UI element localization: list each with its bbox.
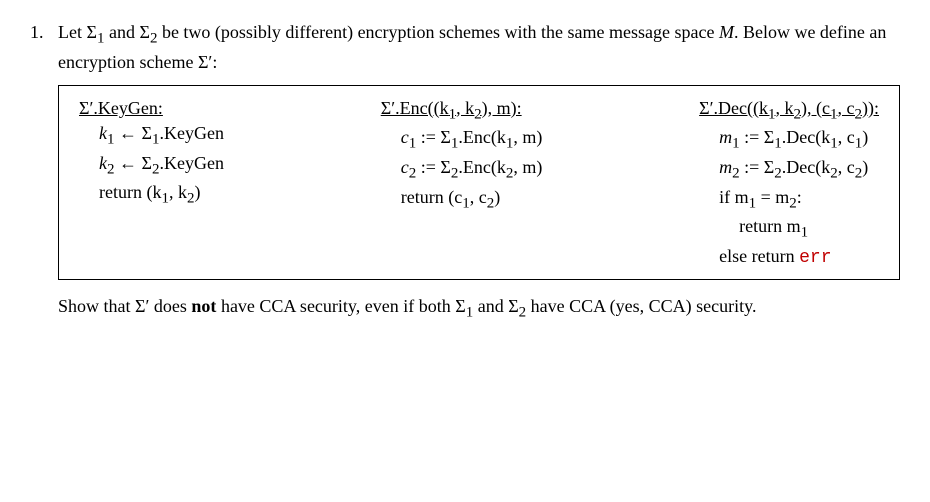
enc-header: Σ′.Enc((k1, k2), m): — [381, 96, 543, 126]
text: .Enc(k — [458, 157, 505, 177]
problem-intro: Let Σ1 and Σ2 be two (possibly different… — [58, 20, 900, 75]
sub-2: 2 — [830, 166, 838, 182]
text: ) — [194, 182, 200, 202]
sub-1: 1 — [732, 136, 740, 152]
text: ) — [494, 187, 500, 207]
dec-if: if m1 = m2: — [699, 185, 879, 215]
err-keyword: err — [799, 248, 831, 268]
intro-text: and Σ — [104, 22, 149, 42]
text: and Σ — [473, 296, 518, 316]
sub-2: 2 — [794, 106, 802, 122]
dec-column: Σ′.Dec((k1, k2), (c1, c2)): m1 := Σ1.Dec… — [699, 96, 879, 271]
text: := Σ — [740, 157, 775, 177]
sub-1: 1 — [830, 106, 838, 122]
intro-text: be two (possibly different) encryption s… — [157, 22, 719, 42]
text: )): — [862, 98, 879, 118]
dec-return-1: return m1 — [699, 214, 879, 244]
var-c: c — [401, 157, 409, 177]
dec-line-2: m2 := Σ2.Dec(k2, c2) — [699, 155, 879, 185]
text: ), m): — [482, 98, 522, 118]
text: := Σ — [416, 157, 451, 177]
text: return (k — [99, 182, 161, 202]
sub-1: 1 — [161, 191, 169, 207]
text: , k — [456, 98, 474, 118]
enc-line-2: c2 := Σ2.Enc(k2, m) — [381, 155, 543, 185]
sub-2: 2 — [774, 166, 782, 182]
text: , m) — [513, 127, 542, 147]
message-space: M — [719, 22, 734, 42]
keygen-column: Σ′.KeyGen: k1 ← Σ1.KeyGen k2 ← Σ2.KeyGen… — [79, 96, 224, 271]
enc-return: return (c1, c2) — [381, 185, 543, 215]
text: ← Σ — [115, 123, 152, 143]
text: , m) — [513, 157, 542, 177]
text: , k — [776, 98, 794, 118]
text: , k — [169, 182, 187, 202]
text: have CCA (yes, CCA) security. — [526, 296, 756, 316]
text: := Σ — [740, 127, 775, 147]
sub-1: 1 — [830, 136, 838, 152]
sub-1: 1 — [774, 136, 782, 152]
text: : — [797, 187, 802, 207]
sub-1: 1 — [749, 195, 757, 211]
problem-content: Let Σ 1 and Σ 2 be two (possibly different… — [58, 20, 900, 324]
text: , c — [470, 187, 487, 207]
text: .KeyGen — [159, 153, 223, 173]
sub-2: 2 — [474, 106, 482, 122]
enc-column: Σ′.Enc((k1, k2), m): c1 := Σ1.Enc(k1, m)… — [381, 96, 543, 271]
problem-1: 1. Let Σ 1 and Σ 2 be two (possibly differ… — [30, 20, 900, 324]
problem-number: 1. — [30, 20, 58, 324]
text: if m — [719, 187, 749, 207]
text: .Enc(k — [458, 127, 505, 147]
text: Σ′.Enc((k — [381, 98, 449, 118]
text: .Dec(k — [782, 127, 830, 147]
text: Show that Σ′ does — [58, 296, 191, 316]
bold-not: not — [191, 296, 216, 316]
text: , c — [838, 127, 855, 147]
text: .KeyGen — [159, 123, 223, 143]
dec-else: else return err — [699, 244, 879, 271]
keygen-line-2: k2 ← Σ2.KeyGen — [79, 151, 224, 181]
sub-2: 2 — [107, 161, 115, 177]
text: , c — [838, 157, 855, 177]
keygen-line-1: k1 ← Σ1.KeyGen — [79, 121, 224, 151]
var-m: m — [719, 157, 732, 177]
text: Σ′.Dec((k — [699, 98, 768, 118]
sub-1: 1 — [768, 106, 776, 122]
var-c: c — [401, 127, 409, 147]
var-m: m — [719, 127, 732, 147]
sub-2: 2 — [732, 166, 740, 182]
text: := Σ — [416, 127, 451, 147]
text: have CCA security, even if both Σ — [216, 296, 465, 316]
text: return m — [739, 216, 800, 236]
text: ) — [862, 127, 868, 147]
sub-1: 1 — [107, 132, 115, 148]
var-k: k — [99, 153, 107, 173]
text: return (c — [401, 187, 462, 207]
sub-1: 1 — [801, 225, 809, 241]
keygen-header: Σ′.KeyGen: — [79, 96, 224, 121]
sub-2: 2 — [855, 106, 863, 122]
enc-line-1: c1 := Σ1.Enc(k1, m) — [381, 125, 543, 155]
var-k: k — [99, 123, 107, 143]
text: else return — [719, 246, 799, 266]
scheme-box: Σ′.KeyGen: k1 ← Σ1.KeyGen k2 ← Σ2.KeyGen… — [58, 85, 900, 280]
dec-line-1: m1 := Σ1.Dec(k1, c1) — [699, 125, 879, 155]
sub-1: 1 — [462, 195, 470, 211]
sub-2: 2 — [789, 195, 797, 211]
text: .Dec(k — [782, 157, 830, 177]
text: ← Σ — [115, 153, 152, 173]
text: = m — [756, 187, 789, 207]
problem-task: Show that Σ′ does not have CCA security,… — [58, 294, 900, 324]
intro-text: Let Σ — [58, 22, 97, 42]
text: , c — [838, 98, 855, 118]
dec-header: Σ′.Dec((k1, k2), (c1, c2)): — [699, 96, 879, 126]
keygen-return: return (k1, k2) — [79, 180, 224, 210]
text: ) — [862, 157, 868, 177]
text: ), (c — [801, 98, 830, 118]
sub-1: 1 — [449, 106, 457, 122]
